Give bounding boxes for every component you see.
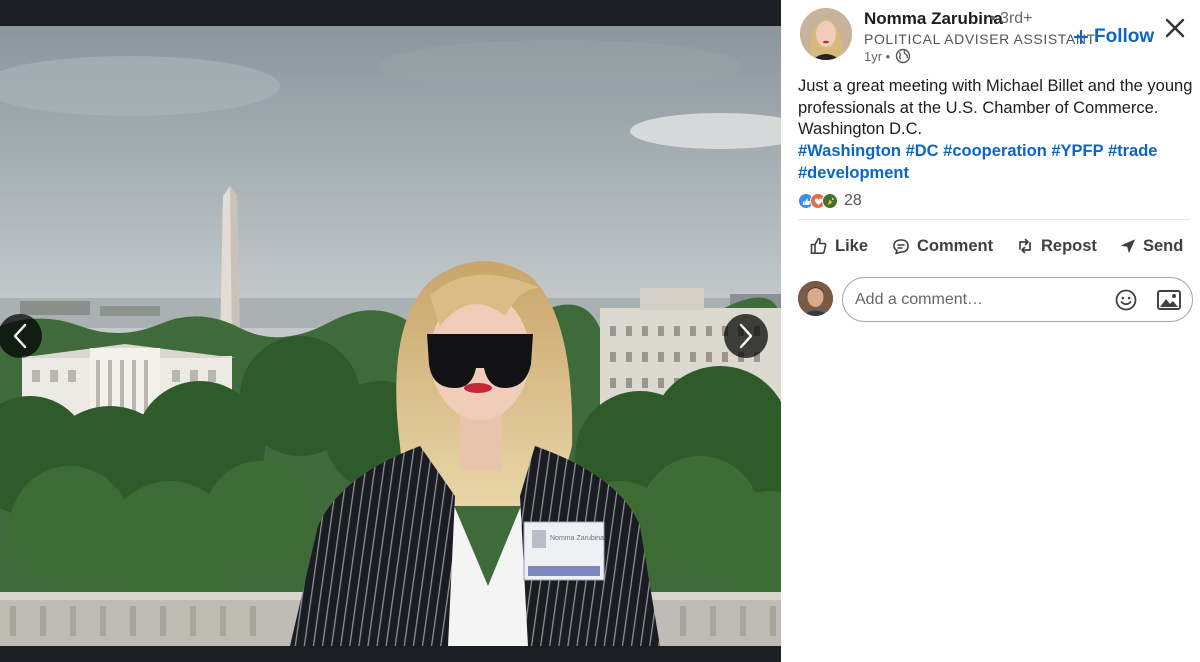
follow-button[interactable]: Follow — [1073, 24, 1154, 50]
close-button[interactable] — [1161, 14, 1189, 42]
chevron-left-icon — [13, 323, 27, 349]
author-name[interactable]: Nomma Zarubina — [864, 9, 1003, 29]
globe-icon — [896, 48, 911, 64]
emoji-icon[interactable] — [1114, 288, 1138, 312]
comment-button[interactable]: Comment — [891, 232, 993, 260]
divider — [798, 219, 1190, 220]
thumbs-up-icon — [810, 237, 827, 254]
like-button[interactable]: Like — [809, 232, 868, 260]
repost-button[interactable]: Repost — [1015, 232, 1097, 260]
comment-box[interactable] — [842, 277, 1193, 322]
post-age: 1yr • — [864, 48, 891, 64]
post-body: Just a great meeting with Michael Billet… — [798, 76, 1193, 141]
post-text-line: Just a great meeting with Michael Billet… — [798, 77, 1193, 95]
hashtag-list: #Washington #DC #cooperation #YPFP #trad… — [798, 141, 1190, 184]
chevron-right-icon — [739, 323, 753, 349]
close-icon — [1165, 18, 1185, 38]
post-panel: Nomma Zarubina • 3rd+ POLITICAL ADVISER … — [781, 0, 1200, 662]
next-image-button[interactable] — [724, 314, 768, 358]
current-user-avatar — [798, 281, 833, 316]
comment-icon — [893, 239, 909, 255]
follow-label: Follow — [1094, 26, 1155, 47]
previous-image-button[interactable] — [0, 314, 42, 358]
reaction-summary[interactable]: 28 — [798, 191, 862, 211]
hashtag-link[interactable]: #DC — [906, 142, 939, 160]
post-meta: 1yr • — [864, 48, 911, 64]
reaction-count: 28 — [844, 192, 862, 209]
post-text-line: Washington D.C. — [798, 120, 923, 139]
send-label: Send — [1143, 236, 1184, 255]
hashtag-link[interactable]: #development — [798, 164, 909, 182]
repost-label: Repost — [1041, 236, 1097, 255]
hashtag-link[interactable]: #Washington — [798, 142, 901, 160]
comment-input[interactable] — [855, 290, 1105, 309]
like-label: Like — [835, 236, 869, 255]
badge-name: Nomma Zarubina — [550, 535, 604, 542]
author-avatar[interactable] — [800, 8, 852, 60]
hashtag-link[interactable]: #cooperation — [943, 142, 1047, 160]
hashtag-link[interactable]: #YPFP — [1051, 142, 1103, 160]
connection-degree: • 3rd+ — [990, 10, 1033, 27]
send-button[interactable]: Send — [1119, 232, 1183, 260]
author-headline: POLITICAL ADVISER ASSISTANT — [864, 31, 1096, 47]
author-avatar-image — [800, 8, 852, 60]
celebrate-reaction-icon — [822, 193, 838, 209]
plus-icon — [1073, 29, 1089, 45]
post-text-line: professionals at the U.S. Chamber of Com… — [798, 98, 1159, 117]
post-photo-image: Nomma Zarubina — [0, 26, 781, 646]
comment-label: Comment — [917, 236, 994, 255]
repost-icon — [1019, 238, 1031, 254]
post-photo[interactable]: Nomma Zarubina — [0, 26, 781, 646]
image-icon[interactable] — [1156, 288, 1182, 312]
send-icon — [1120, 239, 1136, 254]
photo-viewer: Nomma Zarubina — [0, 0, 781, 662]
current-user-avatar-image — [798, 281, 833, 316]
hashtag-link[interactable]: #trade — [1108, 142, 1158, 160]
